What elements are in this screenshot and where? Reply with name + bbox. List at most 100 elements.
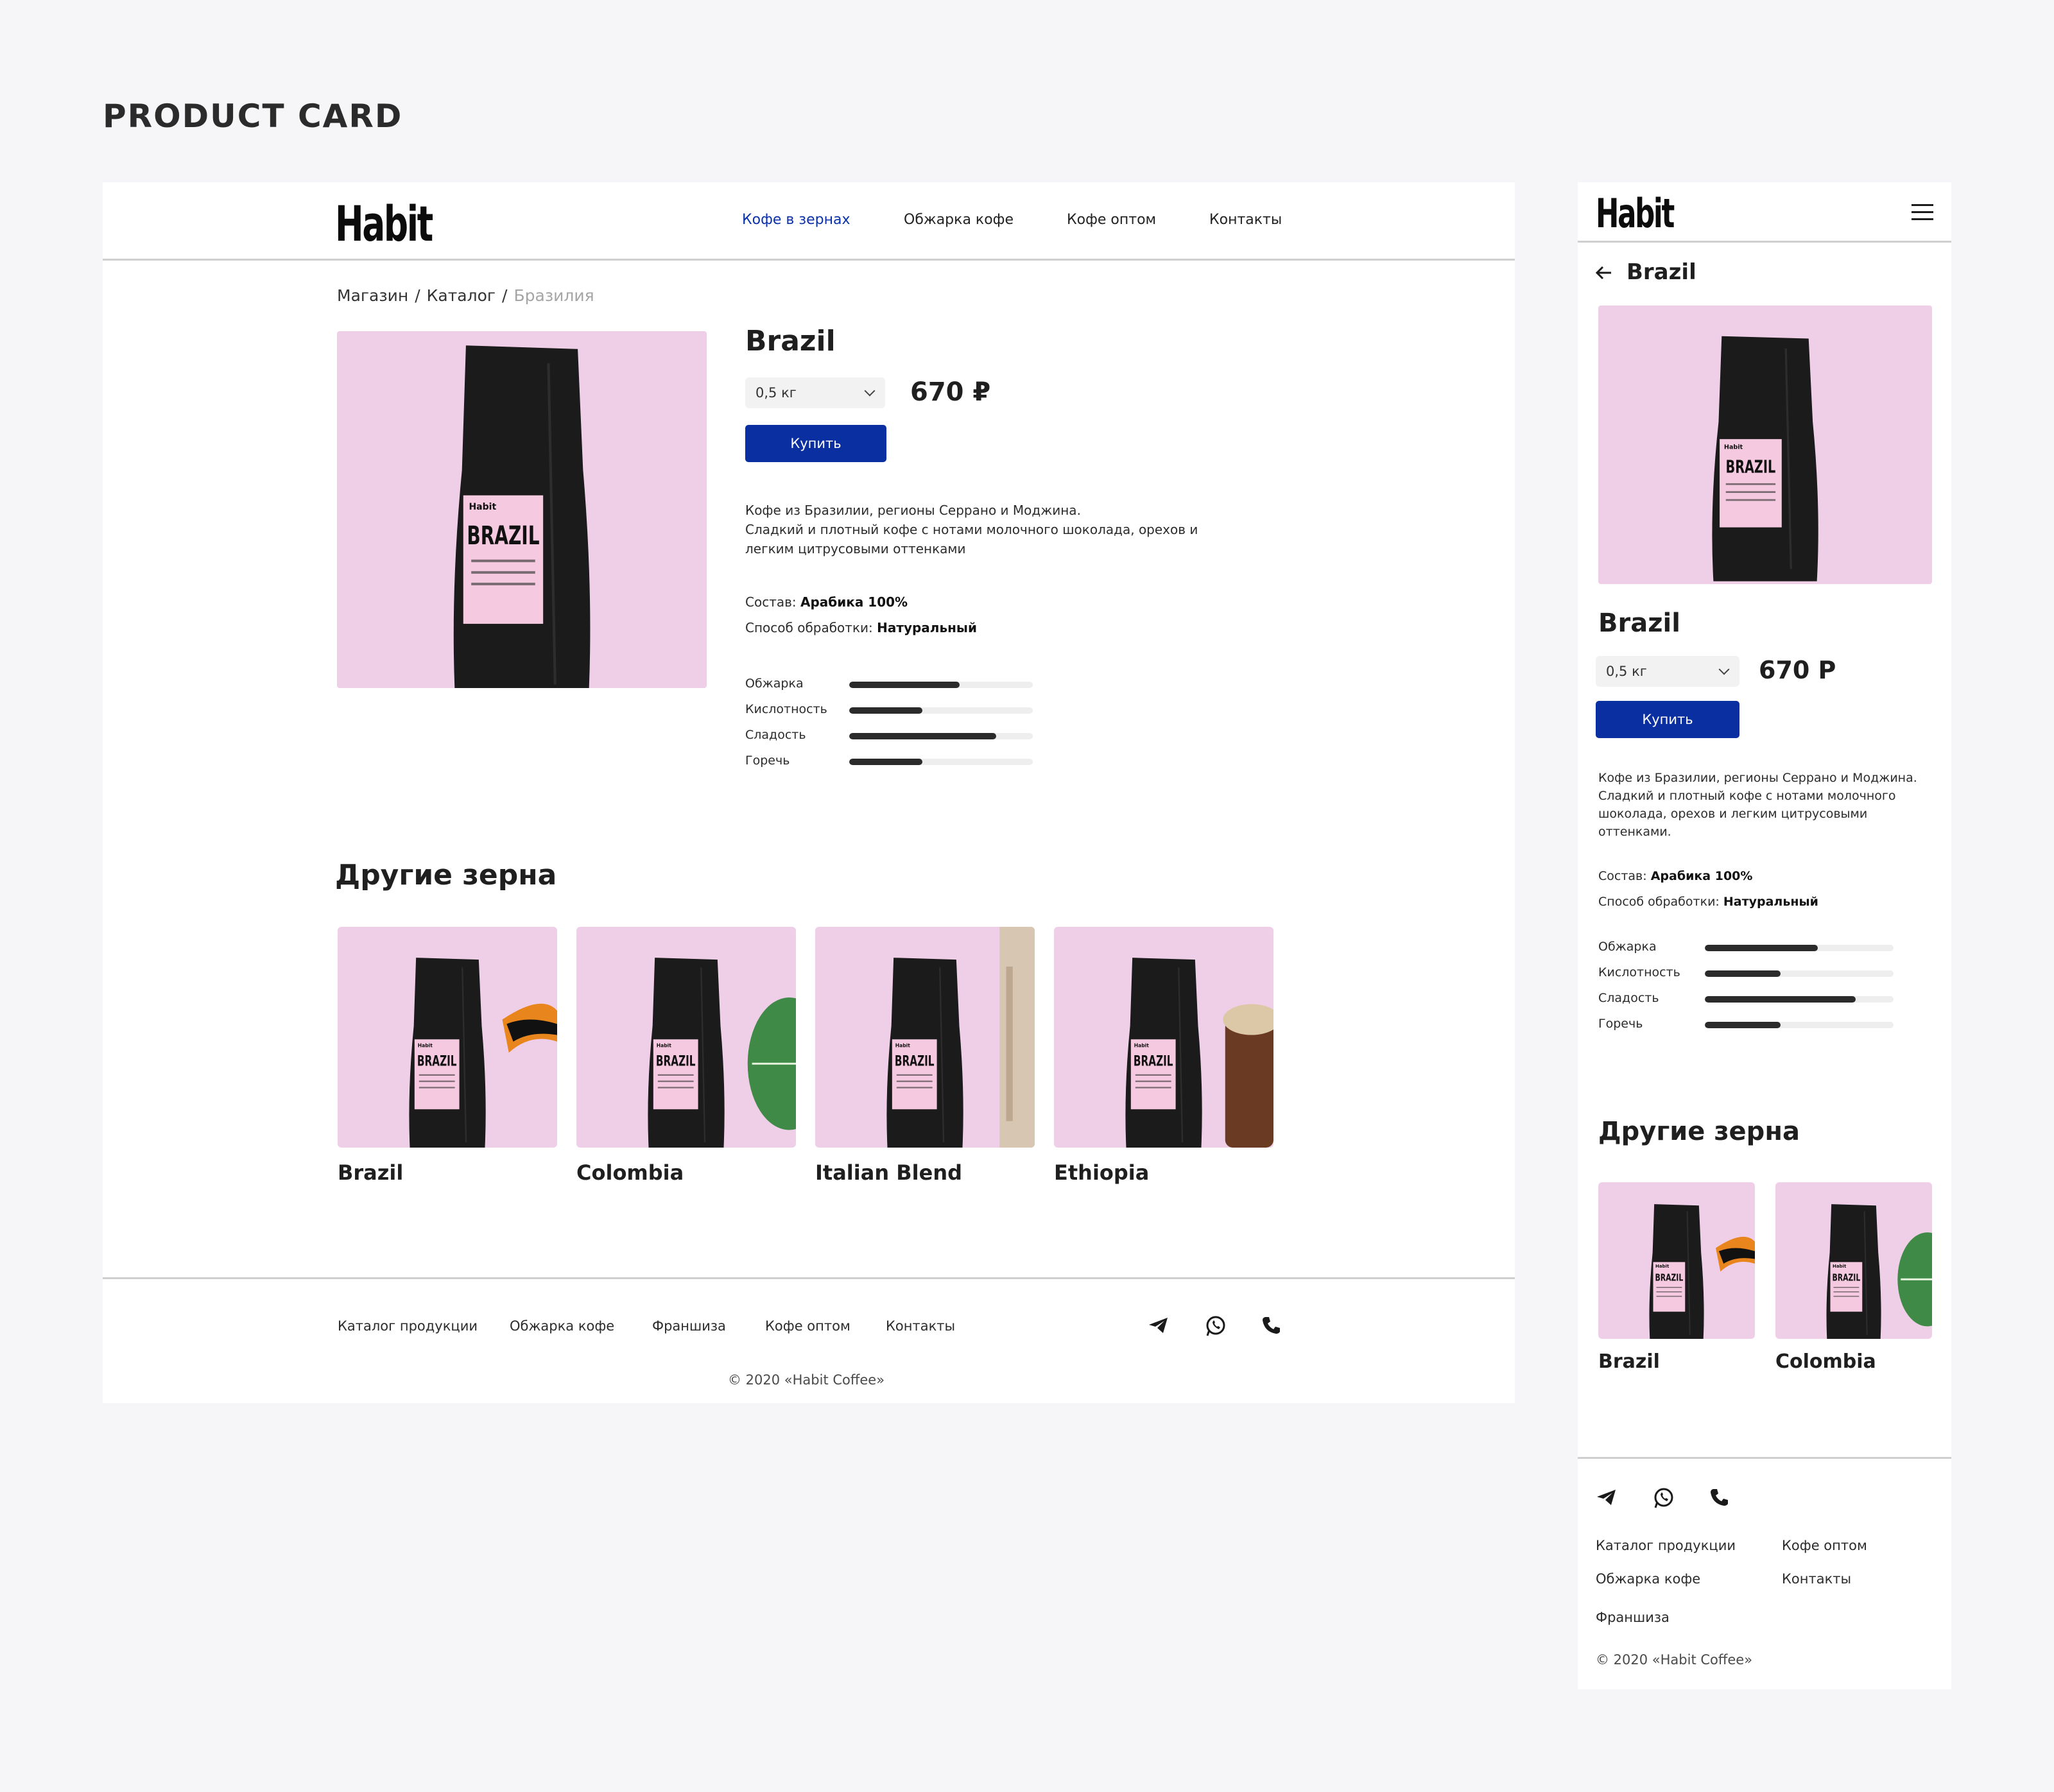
coffee-bag-label <box>653 1039 698 1110</box>
chevron-down-icon <box>1718 664 1730 675</box>
bag-brand-text: Habit <box>418 1042 433 1048</box>
bag-label-line <box>471 559 535 562</box>
product-card-image[interactable]: Habit BRAZIL <box>1598 1182 1755 1339</box>
product-card-title[interactable]: Colombia <box>576 1160 684 1185</box>
product-card[interactable]: Habit BRAZIL Brazil <box>338 927 557 1193</box>
bag-label-line <box>1135 1074 1171 1076</box>
coffee-bag-label <box>892 1039 937 1110</box>
coffee-bag-image: Habit BRAZIL <box>648 958 796 1148</box>
taste-profile: Обжарка Кислотность Сладость Горечь <box>1598 940 1906 1049</box>
bag-brand-text: Habit <box>1655 1264 1670 1269</box>
product-card[interactable]: Habit BRAZIL Colombia <box>576 927 796 1193</box>
buy-button[interactable]: Купить <box>1596 701 1739 738</box>
nav-roasting[interactable]: Обжарка кофе <box>904 212 1014 228</box>
footer-link-catalog[interactable]: Каталог продукции <box>1596 1538 1736 1553</box>
footer-link-wholesale[interactable]: Кофе оптом <box>765 1318 850 1334</box>
product-card[interactable]: Habit BRAZIL Ethiopia <box>1054 927 1273 1193</box>
coffee-bag-image: Habit BRAZIL <box>1712 336 1818 582</box>
breadcrumb-shop[interactable]: Магазин <box>337 286 408 305</box>
bag-label-line <box>419 1080 455 1082</box>
bag-brand-text: Habit <box>1134 1042 1150 1048</box>
back-arrow-icon[interactable] <box>1594 263 1614 282</box>
phone-icon[interactable] <box>1709 1486 1730 1508</box>
logo[interactable]: Habit <box>335 195 433 252</box>
footer-link-contacts[interactable]: Контакты <box>886 1318 955 1334</box>
bag-label-line <box>471 582 535 585</box>
coffee-bag-image: Habit BRAZIL <box>1649 1204 1755 1339</box>
telegram-icon[interactable] <box>1148 1316 1169 1335</box>
product-card[interactable]: Habit BRAZIL Colombia <box>1775 1182 1932 1383</box>
footer-link-franchise[interactable]: Франшиза <box>652 1318 726 1334</box>
product-card-image[interactable]: Habit BRAZIL <box>576 927 796 1148</box>
nav-contacts[interactable]: Контакты <box>1209 212 1282 228</box>
product-card-image[interactable]: Habit BRAZIL <box>338 927 557 1148</box>
taste-profile: Обжарка Кислотность Сладость Горечь <box>745 676 1034 786</box>
telegram-icon[interactable] <box>1596 1488 1618 1507</box>
product-card-title[interactable]: Italian Blend <box>815 1160 962 1185</box>
footer-divider <box>1578 1457 1951 1459</box>
footer-link-franchise[interactable]: Франшиза <box>1596 1610 1670 1625</box>
attribute-bar <box>1705 996 1894 1003</box>
copyright: © 2020 «Habit Coffee» <box>1596 1652 1753 1667</box>
attribute-bar-fill <box>849 682 960 688</box>
product-card-title[interactable]: Brazil <box>338 1160 403 1185</box>
product-price: 670 ₽ <box>910 377 991 407</box>
attribute-label: Кислотность <box>745 702 827 716</box>
coffee-bag-label <box>1130 1039 1176 1110</box>
bag-label-line <box>1135 1087 1171 1089</box>
coffee-bag-image: Habit BRAZIL <box>1125 958 1273 1148</box>
attribute-label: Сладость <box>1598 991 1659 1005</box>
coffee-bag-label <box>1830 1262 1863 1312</box>
bag-label-line <box>419 1074 455 1076</box>
page-title: Brazil <box>1627 259 1696 285</box>
footer-link-catalog[interactable]: Каталог продукции <box>338 1318 478 1334</box>
attribute-bar-fill <box>849 707 923 714</box>
product-card-title[interactable]: Colombia <box>1775 1350 1876 1373</box>
bag-label-line <box>657 1074 694 1076</box>
nav-wholesale[interactable]: Кофе оптом <box>1067 212 1156 228</box>
column-decor <box>999 927 1035 1148</box>
footer-link-wholesale[interactable]: Кофе оптом <box>1782 1538 1867 1553</box>
footer-link-contacts[interactable]: Контакты <box>1782 1571 1851 1587</box>
product-card-image[interactable]: Habit BRAZIL <box>815 927 1035 1148</box>
product-name: Brazil <box>1598 608 1680 638</box>
coffee-bag-label <box>414 1039 460 1110</box>
attribute-bar <box>849 707 1033 714</box>
weight-select[interactable]: 0,5 кг <box>745 377 885 408</box>
product-card-title[interactable]: Brazil <box>1598 1350 1660 1373</box>
product-card-image[interactable]: Habit BRAZIL <box>1775 1182 1932 1339</box>
bag-label-text: BRAZIL <box>1655 1273 1684 1284</box>
bag-label-line <box>1656 1291 1682 1293</box>
footer-divider <box>103 1277 1515 1279</box>
mobile-layout: Habit Brazil Habit BRAZIL Brazil 0,5 кг 6… <box>1578 182 1951 1689</box>
product-card-image[interactable]: Habit BRAZIL <box>1054 927 1273 1148</box>
footer-link-roasting[interactable]: Обжарка кофе <box>1596 1571 1700 1587</box>
composition: Состав: Арабика 100% <box>745 594 908 610</box>
footer-link-roasting[interactable]: Обжарка кофе <box>510 1318 614 1334</box>
processing-method: Способ обработки: Натуральный <box>1598 895 1818 909</box>
menu-icon[interactable] <box>1912 204 1933 221</box>
bag-label-line <box>1656 1286 1682 1288</box>
buy-button[interactable]: Купить <box>745 425 886 462</box>
weight-select[interactable]: 0,5 кг <box>1596 656 1739 687</box>
attribute-label: Обжарка <box>1598 940 1657 954</box>
product-card[interactable]: Habit BRAZIL Brazil <box>1598 1182 1755 1383</box>
product-description: Кофе из Бразилии, регионы Серрано и Модж… <box>1598 771 1917 839</box>
breadcrumb-catalog[interactable]: Каталог <box>427 286 496 305</box>
bag-label-line <box>1833 1295 1860 1297</box>
bag-label-text: BRAZIL <box>1833 1273 1861 1284</box>
nav-coffee-beans[interactable]: Кофе в зернах <box>742 212 850 228</box>
product-card-title[interactable]: Ethiopia <box>1054 1160 1149 1185</box>
bag-label-line <box>657 1087 694 1089</box>
phone-icon[interactable] <box>1261 1314 1282 1336</box>
column-flute-decor <box>1006 966 1013 1121</box>
attribute-label: Сладость <box>745 728 806 742</box>
whatsapp-icon[interactable] <box>1652 1486 1675 1510</box>
attribute-label: Горечь <box>745 754 790 768</box>
bag-label-line <box>657 1080 694 1082</box>
product-card[interactable]: Habit BRAZIL Italian Blend <box>815 927 1035 1193</box>
logo[interactable]: Habit <box>1596 190 1675 237</box>
product-name: Brazil <box>745 325 836 358</box>
bag-label-text: BRAZIL <box>895 1054 935 1069</box>
whatsapp-icon[interactable] <box>1204 1314 1227 1338</box>
